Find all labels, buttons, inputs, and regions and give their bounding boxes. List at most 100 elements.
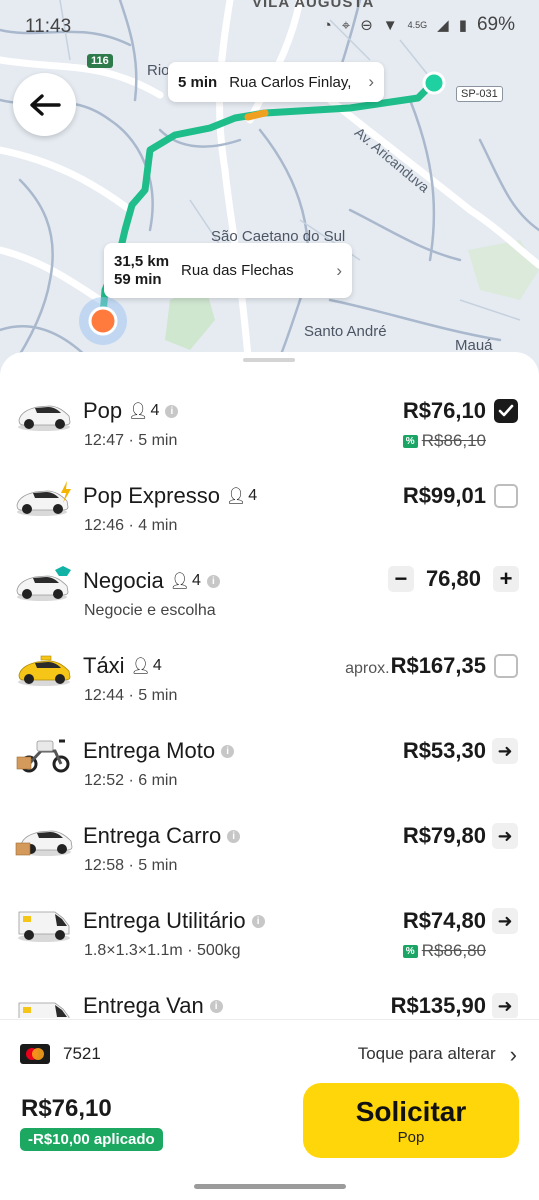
request-ride-button[interactable]: Solicitar Pop bbox=[303, 1083, 519, 1158]
back-button[interactable] bbox=[13, 73, 76, 136]
old-price-value: R$86,10 bbox=[421, 431, 486, 450]
ride-eta: 12:52 · 6 min bbox=[84, 772, 178, 789]
info-icon[interactable]: i bbox=[209, 999, 223, 1013]
price-stepper[interactable]: − 76,80 + bbox=[387, 566, 519, 592]
signal-icon: ◢ bbox=[437, 17, 449, 34]
request-button-label: Solicitar bbox=[355, 1095, 467, 1127]
map-label-area: VILA AUGUSTA bbox=[252, 0, 375, 11]
ride-name: Pop Expresso bbox=[83, 483, 220, 508]
white-car-icon bbox=[18, 405, 71, 431]
ride-name: Pop bbox=[83, 398, 123, 423]
ride-price: R$79,80 bbox=[402, 823, 486, 848]
increase-price-button[interactable]: + bbox=[493, 566, 519, 592]
ride-eta: 12:58 · 5 min bbox=[84, 857, 178, 874]
arrow-right-icon[interactable]: ➜ bbox=[492, 908, 518, 934]
map-label-partial: Rio bbox=[147, 62, 170, 79]
card-last-digits: 7521 bbox=[63, 1044, 101, 1063]
seat-number: 4 bbox=[152, 657, 162, 674]
select-checkbox[interactable] bbox=[494, 484, 518, 508]
promo-ticket-icon: % bbox=[402, 944, 418, 958]
chevron-right-icon: › bbox=[368, 72, 374, 91]
ride-price: R$135,90 bbox=[390, 993, 486, 1018]
seat-count: 👤︎ 4 bbox=[170, 571, 201, 591]
info-icon[interactable]: i bbox=[165, 404, 179, 418]
ride-option-negocia[interactable]: Negocia 👤︎ 4 i Negocie e escolha − 76,80 … bbox=[0, 554, 539, 640]
ride-options-list[interactable]: Pop 👤︎ 4 i 12:47 · 5 min R$76,10 % R$86,1… bbox=[0, 372, 539, 1018]
pickup-eta: 5 min bbox=[178, 73, 218, 91]
delivery-motorcycle-icon bbox=[16, 739, 70, 773]
seat-number: 4 bbox=[192, 572, 201, 589]
ride-option-pop[interactable]: Pop 👤︎ 4 i 12:47 · 5 min R$76,10 % R$86,1… bbox=[0, 384, 539, 470]
ride-option-entrega-carro[interactable]: Entrega Carro i 12:58 · 5 min R$79,80 ➜ bbox=[0, 809, 539, 895]
total-price: R$76,10 bbox=[21, 1095, 112, 1122]
ride-option-entrega-utilitario[interactable]: Entrega Utilitário i 1.8×1.3×1.1m · 500k… bbox=[0, 894, 539, 980]
approx-prefix: aprox. bbox=[345, 660, 390, 677]
checkmark-icon bbox=[498, 404, 514, 417]
ride-name: Entrega Carro bbox=[83, 823, 222, 848]
select-checkbox-checked[interactable] bbox=[494, 399, 518, 423]
sheet-drag-handle[interactable] bbox=[243, 358, 295, 362]
ride-price: R$99,01 bbox=[402, 483, 486, 508]
person-icon: 👤︎ bbox=[169, 573, 191, 590]
divider bbox=[0, 1019, 539, 1020]
ride-eta: 12:46 · 4 min bbox=[84, 517, 178, 534]
ride-name: Entrega Moto bbox=[83, 738, 216, 763]
ride-price: R$74,80 bbox=[402, 908, 486, 933]
ride-name: Táxi bbox=[83, 653, 125, 678]
alarm-icon: ◔ bbox=[322, 16, 332, 34]
payment-method-row[interactable]: 7521 Toque para alterar › bbox=[0, 1036, 539, 1072]
info-icon[interactable]: i bbox=[227, 829, 241, 843]
map-background bbox=[0, 0, 539, 380]
ride-dimensions: 1.8×1.3×1.1m · 500kg bbox=[84, 942, 241, 959]
ride-price: R$76,10 bbox=[402, 398, 486, 423]
arrow-right-icon[interactable]: ➜ bbox=[492, 823, 518, 849]
decrease-price-button[interactable]: − bbox=[387, 566, 414, 592]
ride-option-pop-expresso[interactable]: Pop Expresso 👤︎ 4 12:46 · 4 min R$99,01 bbox=[0, 469, 539, 555]
ride-option-entrega-van[interactable]: Entrega Van i R$135,90 ➜ bbox=[0, 979, 539, 1018]
battery-level: 69% bbox=[476, 14, 515, 35]
pickup-street: Rua Carlos Finlay, bbox=[229, 73, 352, 91]
old-price: % R$86,10 bbox=[402, 431, 486, 451]
seat-number: 4 bbox=[248, 487, 258, 504]
change-payment-link[interactable]: Toque para alterar › bbox=[358, 1041, 517, 1067]
ride-eta: 12:44 · 5 min bbox=[84, 687, 178, 704]
person-icon: 👤︎ bbox=[130, 658, 151, 675]
seat-count: 👤︎ 4 bbox=[131, 656, 162, 676]
status-time: 11:43 bbox=[25, 16, 72, 37]
wifi-icon: ▼ bbox=[382, 16, 398, 34]
ride-name: Entrega Van bbox=[83, 993, 204, 1018]
chevron-right-icon: › bbox=[509, 1041, 517, 1067]
info-icon[interactable]: i bbox=[221, 744, 235, 758]
home-indicator[interactable] bbox=[194, 1184, 346, 1189]
arrow-right-icon[interactable]: ➜ bbox=[492, 738, 518, 764]
delivery-car-icon bbox=[15, 830, 73, 856]
location-icon: ⌖ bbox=[341, 16, 351, 34]
negotiate-car-icon bbox=[16, 566, 71, 601]
status-icons: ◔ ⌖ ⊖ ▼ 4.5G ◢ ▮ 69% bbox=[323, 14, 515, 36]
map-label-city-santo-andre: Santo André bbox=[304, 323, 387, 340]
mastercard-icon bbox=[20, 1044, 50, 1064]
pickup-callout[interactable]: 5 min Rua Carlos Finlay, › bbox=[168, 62, 384, 102]
info-icon[interactable]: i bbox=[251, 914, 265, 928]
select-checkbox[interactable] bbox=[494, 654, 518, 678]
arrow-right-icon[interactable]: ➜ bbox=[492, 993, 518, 1018]
discount-badge: -R$10,00 aplicado bbox=[20, 1128, 163, 1151]
destination-callout[interactable]: 31,5 km 59 min Rua das Flechas › bbox=[104, 243, 352, 298]
ride-option-taxi[interactable]: Táxi 👤︎ 4 12:44 · 5 min aprox. R$167,35 bbox=[0, 639, 539, 725]
info-icon[interactable]: i bbox=[206, 574, 220, 588]
ride-price: R$53,30 bbox=[402, 738, 486, 763]
ride-subtitle: Negocie e escolha bbox=[84, 602, 216, 619]
seat-count: 👤︎ 4 bbox=[226, 486, 257, 506]
old-price: % R$86,80 bbox=[402, 941, 486, 961]
arrow-left-icon bbox=[29, 93, 61, 116]
ride-options-sheet: Pop 👤︎ 4 i 12:47 · 5 min R$76,10 % R$86,1… bbox=[0, 352, 539, 1200]
highway-badge: 116 bbox=[87, 54, 113, 68]
ride-option-entrega-moto[interactable]: Entrega Moto i 12:52 · 6 min R$53,30 ➜ bbox=[0, 724, 539, 810]
map-view[interactable]: 11:43 ◔ ⌖ ⊖ ▼ 4.5G ◢ ▮ 69% VILA AUGUSTA … bbox=[0, 0, 539, 380]
ride-price: R$167,35 bbox=[390, 653, 486, 678]
road-badge: SP-031 bbox=[456, 86, 503, 102]
seat-number: 4 bbox=[150, 402, 160, 419]
request-button-sublabel: Pop bbox=[397, 1128, 425, 1146]
utility-van-icon bbox=[18, 911, 70, 942]
battery-icon: ▮ bbox=[458, 17, 467, 34]
